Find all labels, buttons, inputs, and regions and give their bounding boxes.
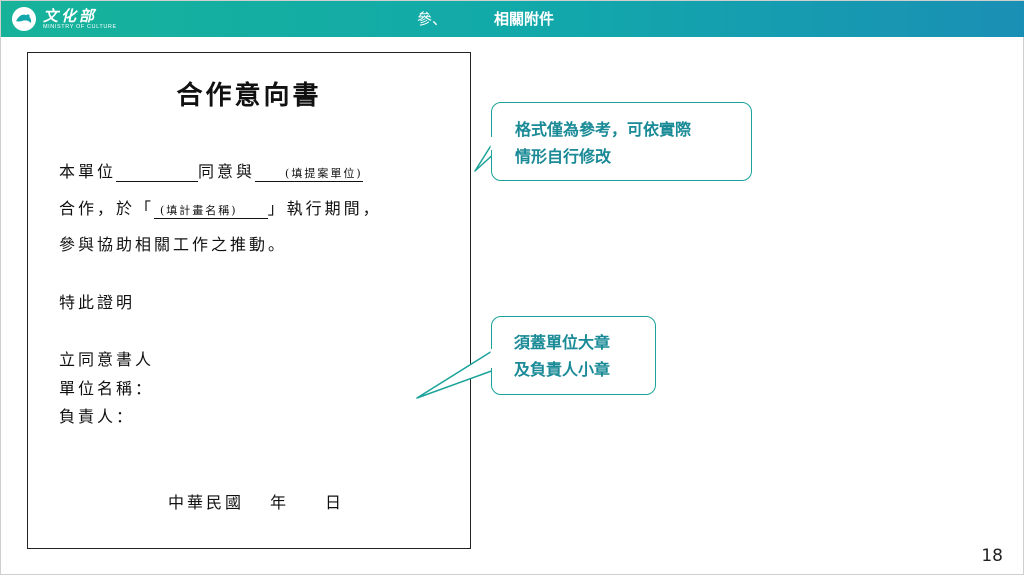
agreement-line-2: 合作，於「 (填計畫名稱) 」執行期間， xyxy=(59,195,382,219)
page-number: 18 xyxy=(981,546,1003,566)
agreement-line-1: 本單位 同意與 (填提案單位) xyxy=(59,158,363,182)
callout-1-line-2: 情形自行修改 xyxy=(515,147,612,166)
unit-name-label: 單位名稱： xyxy=(59,379,155,398)
header-bar: 文化部 MINISTRY OF CULTURE 參、 相關附件 xyxy=(1,1,1024,37)
letter-of-intent-template: 合作意向書 本單位 同意與 (填提案單位) 合作，於「 (填計畫名稱) 」執行期間， … xyxy=(27,52,471,549)
ministry-emblem-icon xyxy=(12,7,36,31)
date-day: 日 xyxy=(325,493,345,512)
blank-unit-name xyxy=(116,162,199,182)
ministry-logo: 文化部 MINISTRY OF CULTURE xyxy=(11,5,117,33)
callout-format-note: 格式僅為參考，可依實際 情形自行修改 xyxy=(491,102,752,181)
slide: 文化部 MINISTRY OF CULTURE 參、 相關附件 合作意向書 本單… xyxy=(0,0,1024,575)
signer-label: 立同意書人 xyxy=(59,350,155,369)
section-number: 參、 xyxy=(417,10,448,28)
date-year: 年 xyxy=(270,493,290,512)
logo-text: 文化部 xyxy=(43,6,98,25)
callout-2-line-1: 須蓋單位大章 xyxy=(514,333,611,352)
callout-2-line-2: 及負責人小章 xyxy=(514,360,611,379)
hint-project-name: (填計畫名稱) xyxy=(154,202,268,219)
callout-seal-note: 須蓋單位大章 及負責人小章 xyxy=(491,316,656,395)
callout-1-line-1: 格式僅為參考，可依實際 xyxy=(515,120,692,139)
text-cooperate: 合作，於「 xyxy=(59,199,155,218)
logo-subtext: MINISTRY OF CULTURE xyxy=(43,23,117,30)
hint-proposal-unit: (填提案單位) xyxy=(255,165,363,182)
text-execution-period: 」執行期間， xyxy=(267,199,382,218)
certify-text: 特此證明 xyxy=(59,293,136,312)
section-title: 相關附件 xyxy=(494,10,555,28)
document-title: 合作意向書 xyxy=(176,81,322,111)
text-agree-with: 同意與 xyxy=(198,162,256,181)
responsible-person-label: 負責人： xyxy=(59,407,136,426)
agreement-line-3: 參與協助相關工作之推動。 xyxy=(59,235,288,254)
text-this-unit: 本單位 xyxy=(59,162,117,181)
date-line: 中華民國 年 日 xyxy=(168,489,344,513)
date-country: 中華民國 xyxy=(168,493,245,512)
